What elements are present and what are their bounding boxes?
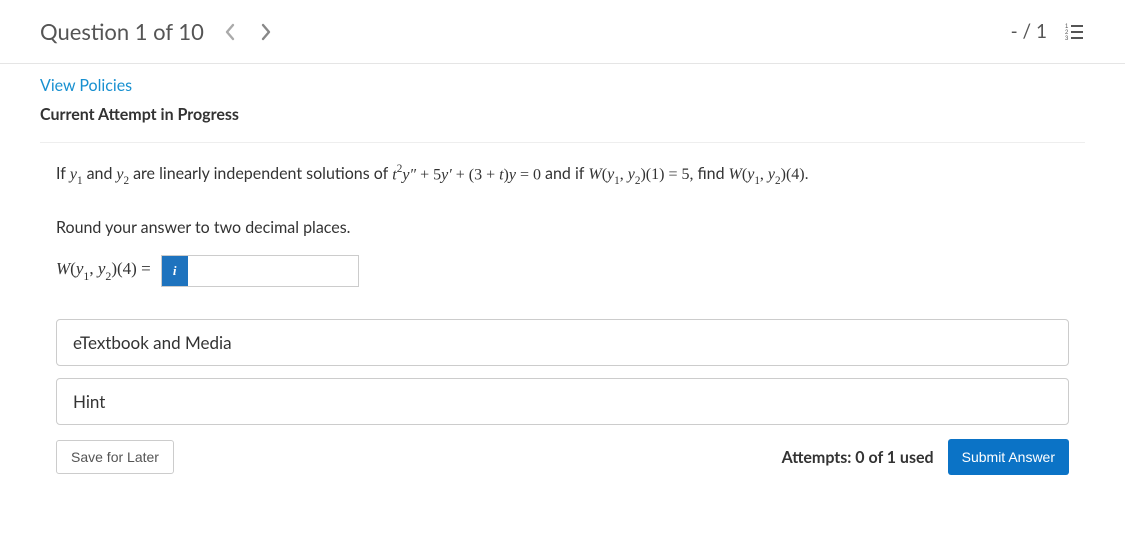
math-w1: W(y1, y2)(1) = 5, bbox=[588, 162, 693, 190]
question-title: Question 1 of 10 bbox=[40, 18, 204, 45]
view-policies-link[interactable]: View Policies bbox=[40, 76, 132, 95]
list-icon: 1 2 3 bbox=[1065, 23, 1085, 41]
prev-question-button[interactable] bbox=[224, 23, 236, 41]
math-y1: y1 bbox=[70, 162, 83, 190]
question-body: If y1 and y2 are linearly independent so… bbox=[40, 142, 1085, 475]
answer-row: W(y1, y2)(4) = i bbox=[56, 255, 1069, 287]
nav-arrows bbox=[224, 23, 272, 41]
info-button[interactable]: i bbox=[162, 256, 188, 286]
rounding-instruction: Round your answer to two decimal places. bbox=[56, 218, 1069, 237]
header-right: - / 1 1 2 3 bbox=[1011, 20, 1085, 43]
answer-input[interactable] bbox=[188, 256, 358, 286]
text-and: and bbox=[87, 161, 113, 187]
chevron-left-icon bbox=[224, 23, 236, 41]
math-w2: W(y1, y2)(4). bbox=[729, 162, 809, 190]
next-question-button[interactable] bbox=[260, 23, 272, 41]
footer-right: Attempts: 0 of 1 used Submit Answer bbox=[782, 439, 1069, 475]
hint-accordion[interactable]: Hint bbox=[56, 378, 1069, 425]
attempts-text: Attempts: 0 of 1 used bbox=[782, 448, 934, 467]
text-andif: and if bbox=[545, 161, 584, 187]
chevron-right-icon bbox=[260, 23, 272, 41]
text-find: find bbox=[697, 161, 724, 187]
question-list-button[interactable]: 1 2 3 bbox=[1065, 23, 1085, 41]
math-equation: t2y″ + 5y′ + (3 + t)y = 0 bbox=[392, 162, 541, 188]
submit-answer-button[interactable]: Submit Answer bbox=[948, 439, 1069, 475]
answer-label: W(y1, y2)(4) = bbox=[56, 259, 151, 282]
attempt-status: Current Attempt in Progress bbox=[40, 105, 1085, 124]
etextbook-accordion[interactable]: eTextbook and Media bbox=[56, 319, 1069, 366]
question-header: Question 1 of 10 - / 1 1 2 3 bbox=[0, 0, 1125, 64]
header-left: Question 1 of 10 bbox=[40, 18, 272, 45]
text-prefix: If bbox=[56, 161, 66, 187]
problem-statement: If y1 and y2 are linearly independent so… bbox=[56, 161, 1069, 190]
text-linearly: are linearly independent solutions of bbox=[133, 161, 388, 187]
answer-input-group: i bbox=[161, 255, 359, 287]
score-display: - / 1 bbox=[1011, 20, 1047, 43]
footer-row: Save for Later Attempts: 0 of 1 used Sub… bbox=[56, 439, 1069, 475]
content-area: View Policies Current Attempt in Progres… bbox=[40, 64, 1085, 493]
math-y2: y2 bbox=[116, 162, 129, 190]
svg-text:3: 3 bbox=[1065, 36, 1069, 41]
save-for-later-button[interactable]: Save for Later bbox=[56, 440, 174, 474]
